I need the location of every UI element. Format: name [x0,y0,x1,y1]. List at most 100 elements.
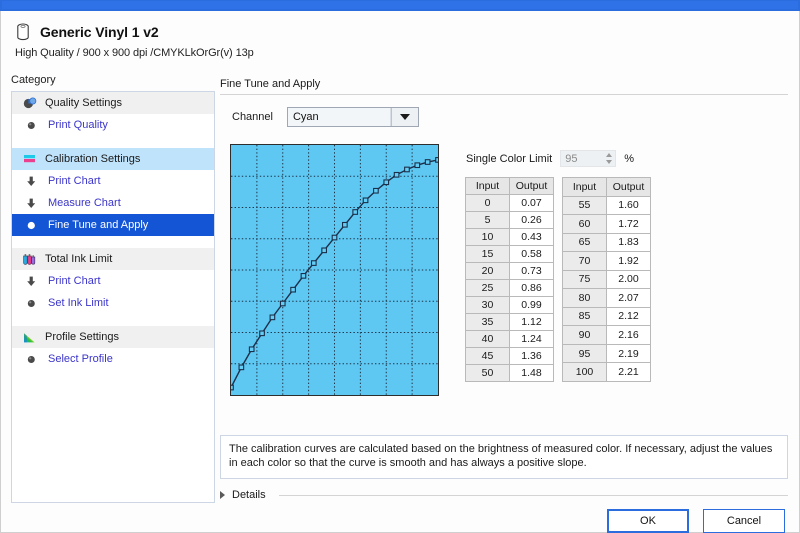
chart-point-marker[interactable] [353,210,358,215]
cell-output[interactable]: 2.12 [607,307,651,326]
table-row[interactable]: 401.24 [466,331,554,348]
cell-output[interactable]: 2.16 [607,326,651,345]
curve-table-1[interactable]: InputOutput00.0750.26100.43150.58200.732… [465,177,554,382]
media-roll-icon [15,23,31,41]
chart-point-marker[interactable] [239,365,244,370]
table-row[interactable]: 651.83 [563,233,651,252]
media-header: Generic Vinyl 1 v2 [15,23,159,41]
chart-point-marker[interactable] [280,301,285,306]
cell-output[interactable]: 1.83 [607,233,651,252]
chart-point-marker[interactable] [374,188,379,193]
table-row[interactable]: 601.72 [563,215,651,234]
sidebar-item-set-ink-limit[interactable]: Set Ink Limit [12,292,214,314]
table-row[interactable]: 1002.21 [563,363,651,382]
cell-output[interactable]: 1.24 [510,331,554,348]
channel-select-value: Cyan [288,108,391,126]
chart-point-marker[interactable] [270,315,275,320]
table-row[interactable]: 300.99 [466,297,554,314]
single-color-limit-stepper[interactable]: 95 [560,150,616,167]
cell-input: 80 [563,289,607,308]
cell-output[interactable]: 0.86 [510,280,554,297]
curve-table-2[interactable]: InputOutput551.60601.72651.83701.92752.0… [562,177,651,382]
chart-point-marker[interactable] [415,163,420,168]
chart-point-marker[interactable] [343,222,348,227]
table-row[interactable]: 852.12 [563,307,651,326]
sidebar-item-print-chart[interactable]: Print Chart [12,170,214,192]
table-row[interactable]: 351.12 [466,314,554,331]
table-row[interactable]: 100.43 [466,229,554,246]
sidebar-item-print-quality[interactable]: Print Quality [12,114,214,136]
chart-point-marker[interactable] [231,385,233,390]
sidebar-item-label: Print Quality [48,119,108,131]
cell-output[interactable]: 0.43 [510,229,554,246]
chart-point-marker[interactable] [249,347,254,352]
sidebar-item-fine-tune-and-apply[interactable]: Fine Tune and Apply [12,214,214,236]
table-row[interactable]: 451.36 [466,348,554,365]
table-row[interactable]: 150.58 [466,246,554,263]
table-row[interactable]: 701.92 [563,252,651,271]
cell-output[interactable]: 1.60 [607,196,651,215]
sidebar-item-label: Print Chart [48,275,101,287]
table-row[interactable]: 501.48 [466,365,554,382]
cell-input: 40 [466,331,510,348]
cell-output[interactable]: 1.72 [607,215,651,234]
sidebar-group-total-ink-limit[interactable]: Total Ink Limit [12,248,214,270]
chart-point-marker[interactable] [260,331,265,336]
chart-point-marker[interactable] [425,160,430,165]
cell-output[interactable]: 0.99 [510,297,554,314]
table-row[interactable]: 200.73 [466,263,554,280]
cell-input: 15 [466,246,510,263]
sidebar-item-print-chart[interactable]: Print Chart [12,270,214,292]
cell-output[interactable]: 0.26 [510,212,554,229]
triangle-right-icon [220,491,225,499]
table-row[interactable]: 902.16 [563,326,651,345]
chart-point-marker[interactable] [312,261,317,266]
table-row[interactable]: 952.19 [563,344,651,363]
cell-output[interactable]: 2.07 [607,289,651,308]
chart-point-marker[interactable] [394,172,399,177]
channel-select[interactable]: Cyan [287,107,419,127]
cell-output[interactable]: 1.92 [607,252,651,271]
calibration-curve-chart[interactable] [230,144,439,396]
cell-output[interactable]: 2.00 [607,270,651,289]
table-row[interactable]: 00.07 [466,195,554,212]
category-list[interactable]: Quality Settings Print Quality Calibration… [11,91,215,503]
sidebar-group-quality-settings[interactable]: Quality Settings [12,92,214,114]
details-label: Details [232,489,266,501]
chart-point-marker[interactable] [363,198,368,203]
sidebar-item-select-profile[interactable]: Select Profile [12,348,214,370]
ok-button[interactable]: OK [607,509,689,533]
stepper-arrows-icon[interactable] [603,151,615,166]
cell-output[interactable]: 1.12 [510,314,554,331]
chart-point-marker[interactable] [291,287,296,292]
chart-point-marker[interactable] [405,167,410,172]
cell-output[interactable]: 1.48 [510,365,554,382]
table-row[interactable]: 752.00 [563,270,651,289]
sidebar-group-spacer [12,314,214,326]
cell-output[interactable]: 0.73 [510,263,554,280]
details-toggle[interactable]: Details [220,489,788,501]
chart-point-marker[interactable] [436,158,438,163]
info-message: The calibration curves are calculated ba… [220,435,788,479]
table-row[interactable]: 802.07 [563,289,651,308]
cell-output[interactable]: 2.19 [607,344,651,363]
cell-output[interactable]: 0.07 [510,195,554,212]
column-header-input: Input [563,178,607,197]
chart-point-marker[interactable] [322,248,327,253]
cell-output[interactable]: 2.21 [607,363,651,382]
sidebar-group-profile-settings[interactable]: Profile Settings [12,326,214,348]
chart-point-marker[interactable] [384,180,389,185]
table-row[interactable]: 50.26 [466,212,554,229]
table-row[interactable]: 551.60 [563,196,651,215]
dot-icon [24,118,39,133]
dot-icon [24,352,39,367]
sidebar-group-calibration-settings[interactable]: Calibration Settings [12,148,214,170]
cell-output[interactable]: 1.36 [510,348,554,365]
table-row[interactable]: 250.86 [466,280,554,297]
chart-point-marker[interactable] [301,274,306,279]
cell-output[interactable]: 0.58 [510,246,554,263]
cancel-button[interactable]: Cancel [703,509,785,533]
chart-point-marker[interactable] [332,235,337,240]
chevron-down-icon[interactable] [391,108,418,126]
sidebar-item-measure-chart[interactable]: Measure Chart [12,192,214,214]
